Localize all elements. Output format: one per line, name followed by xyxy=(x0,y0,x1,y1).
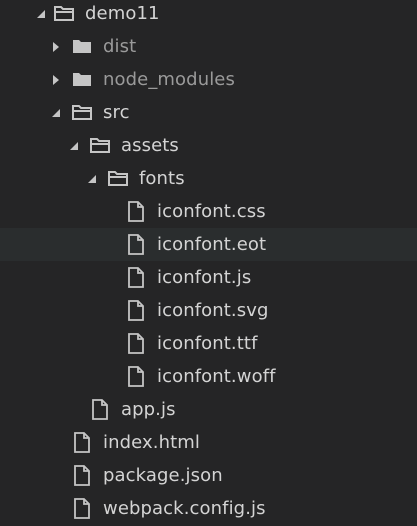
tree-item-label: iconfont.woff xyxy=(157,366,276,387)
tree-item-index-html[interactable]: index.html xyxy=(0,426,417,459)
tree-item-label: iconfont.js xyxy=(157,267,252,288)
tree-item-label: assets xyxy=(121,135,179,156)
file-icon xyxy=(127,327,151,360)
file-icon xyxy=(73,426,97,459)
tree-item-label: dist xyxy=(103,36,137,57)
chevron-down-icon[interactable] xyxy=(33,0,49,30)
tree-item-label: iconfont.css xyxy=(157,201,266,222)
tree-item-label: fonts xyxy=(139,168,185,189)
folder-icon xyxy=(71,30,95,63)
chevron-down-icon[interactable] xyxy=(48,96,64,129)
tree-item-label: iconfont.eot xyxy=(157,234,267,255)
tree-item-iconfont-svg[interactable]: iconfont.svg xyxy=(0,294,417,327)
tree-item-node-modules[interactable]: node_modules xyxy=(0,63,417,96)
tree-item-label: iconfont.svg xyxy=(157,300,269,321)
tree-item-assets[interactable]: assets xyxy=(0,129,417,162)
folder-open-icon xyxy=(89,129,113,162)
tree-item-webpack-config-js[interactable]: webpack.config.js xyxy=(0,492,417,525)
tree-item-label: index.html xyxy=(103,432,200,453)
file-explorer-tree: demo11 dist node_modules src assets font… xyxy=(0,0,417,526)
tree-item-iconfont-js[interactable]: iconfont.js xyxy=(0,261,417,294)
tree-item-fonts[interactable]: fonts xyxy=(0,162,417,195)
tree-item-dist[interactable]: dist xyxy=(0,30,417,63)
tree-item-demo11[interactable]: demo11 xyxy=(0,0,417,30)
tree-item-label: app.js xyxy=(121,399,176,420)
tree-item-iconfont-woff[interactable]: iconfont.woff xyxy=(0,360,417,393)
file-icon xyxy=(73,459,97,492)
tree-item-label: node_modules xyxy=(103,69,235,90)
tree-item-label: webpack.config.js xyxy=(103,498,266,519)
tree-item-app-js[interactable]: app.js xyxy=(0,393,417,426)
file-icon xyxy=(91,393,115,426)
tree-item-package-json[interactable]: package.json xyxy=(0,459,417,492)
tree-item-label: iconfont.ttf xyxy=(157,333,258,354)
folder-icon xyxy=(71,63,95,96)
folder-open-icon xyxy=(107,162,131,195)
tree-item-iconfont-css[interactable]: iconfont.css xyxy=(0,195,417,228)
tree-item-label: src xyxy=(103,102,130,123)
folder-open-icon xyxy=(53,0,77,30)
tree-item-iconfont-eot[interactable]: iconfont.eot xyxy=(0,228,417,261)
file-icon xyxy=(127,261,151,294)
tree-item-iconfont-ttf[interactable]: iconfont.ttf xyxy=(0,327,417,360)
tree-item-label: demo11 xyxy=(85,3,160,24)
tree-item-src[interactable]: src xyxy=(0,96,417,129)
chevron-right-icon[interactable] xyxy=(48,63,64,96)
chevron-down-icon[interactable] xyxy=(84,162,100,195)
chevron-right-icon[interactable] xyxy=(48,30,64,63)
file-icon xyxy=(73,492,97,525)
tree-item-label: package.json xyxy=(103,465,223,486)
file-icon xyxy=(127,228,151,261)
folder-open-icon xyxy=(71,96,95,129)
chevron-down-icon[interactable] xyxy=(66,129,82,162)
file-icon xyxy=(127,294,151,327)
file-icon xyxy=(127,195,151,228)
file-icon xyxy=(127,360,151,393)
